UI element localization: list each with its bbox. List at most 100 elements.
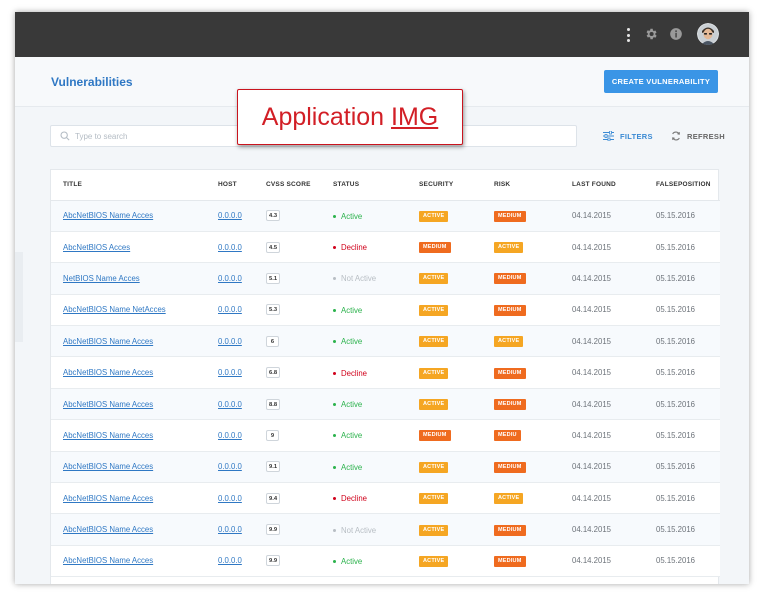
status-dot-icon	[333, 403, 336, 407]
host-link[interactable]: 0.0.0.0	[218, 211, 242, 220]
cvss-score-badge: 9.4	[266, 492, 281, 504]
status-text: Active	[341, 211, 363, 221]
status-text: Decline	[341, 494, 368, 504]
risk-badge: MEDIUM	[494, 304, 526, 316]
vulnerability-title-link[interactable]: AbcNetBIOS Name Acces	[63, 556, 153, 565]
cell-title[interactable]: AbcNetBIOS Name Acces	[51, 513, 206, 546]
security-badge: ACTIVE	[419, 399, 449, 411]
cell-host[interactable]: 0.0.0.0	[206, 356, 254, 389]
cell-title[interactable]: AbcNetBIOS Name Acces	[51, 325, 206, 358]
host-link[interactable]: 0.0.0.0	[218, 494, 242, 503]
cell-last-found: 04.14.2015	[560, 482, 644, 515]
gear-icon[interactable]	[644, 27, 658, 41]
cvss-score-badge: 6.8	[266, 367, 281, 379]
table-row[interactable]: AbcNetBIOS Name Acces 0.0.0.0 9.9 Not Activ…	[51, 513, 720, 546]
cell-title[interactable]: AbcNetBIOS Name Acces	[51, 451, 206, 484]
cell-last-found: 04.14.2015	[560, 262, 644, 295]
cell-host[interactable]: 0.0.0.0	[206, 325, 254, 358]
table-row[interactable]: AbcNetBIOS Name Acces 0.0.0.0 6 Active ACTIV…	[51, 325, 720, 358]
cell-host[interactable]: 0.0.0.0	[206, 388, 254, 421]
cell-host[interactable]: 0.0.0.0	[206, 545, 254, 578]
cell-title[interactable]: AbcNetBIOS Name NetAcces	[51, 294, 206, 327]
cell-host[interactable]: 0.0.0.0	[206, 482, 254, 515]
column-header-cvss-score[interactable]: CVSS SCORE	[254, 170, 321, 201]
cell-risk: MEDIUM	[482, 294, 560, 327]
column-header-falseposition[interactable]: FALSEPOSITION	[644, 170, 720, 201]
cvss-score-badge: 9.9	[266, 555, 281, 567]
status-dot-icon	[333, 214, 336, 218]
status-text: Active	[341, 556, 363, 566]
table-row[interactable]: AbcNetBIOS Name Acces 0.0.0.0 9.1 Active ACT…	[51, 451, 720, 484]
host-link[interactable]: 0.0.0.0	[218, 337, 242, 346]
vulnerability-title-link[interactable]: AbcNetBIOS Name Acces	[63, 400, 153, 409]
status-dot-icon	[333, 465, 336, 469]
cell-title[interactable]: NetBIOS Name Acces	[51, 262, 206, 295]
column-header-security[interactable]: SECURITY	[407, 170, 482, 201]
vulnerability-title-link[interactable]: AbcNetBIOS Name NetAcces	[63, 305, 166, 314]
cell-title[interactable]: AbcNetBIOS Name Acces	[51, 388, 206, 421]
column-header-status[interactable]: STATUS	[321, 170, 407, 201]
column-header-host[interactable]: HOST	[206, 170, 254, 201]
refresh-button[interactable]: REFRESH	[671, 131, 725, 141]
table-row[interactable]: AbcNetBIOS Name Acces 0.0.0.0 4.3 Active ACT…	[51, 200, 720, 232]
cell-security: ACTIVE	[407, 356, 482, 389]
cell-title[interactable]: AbcNetBIOS Name Acces	[51, 545, 206, 578]
vulnerability-title-link[interactable]: AbcNetBIOS Name Acces	[63, 462, 153, 471]
host-link[interactable]: 0.0.0.0	[218, 274, 242, 283]
cell-security: ACTIVE	[407, 451, 482, 484]
cell-host[interactable]: 0.0.0.0	[206, 451, 254, 484]
vulnerability-title-link[interactable]: AbcNetBIOS Name Acces	[63, 368, 153, 377]
vulnerability-title-link[interactable]: AbcNetBIOS Name Acces	[63, 337, 153, 346]
table-row[interactable]: AbcNetBIOS Name Acces 0.0.0.0 8.8 Active ACT…	[51, 388, 720, 421]
cell-host[interactable]: 0.0.0.0	[206, 262, 254, 295]
host-link[interactable]: 0.0.0.0	[218, 243, 242, 252]
cell-last-found: 04.14.2015	[560, 388, 644, 421]
vulnerability-title-link[interactable]: AbcNetBIOS Name Acces	[63, 494, 153, 503]
cell-title[interactable]: AbcNetBIOS Name Acces	[51, 419, 206, 452]
create-vulnerability-button[interactable]: CREATE VULNERABILITY	[604, 70, 718, 93]
host-link[interactable]: 0.0.0.0	[218, 431, 242, 440]
cell-title[interactable]: AbcNetBIOS Name Acces	[51, 356, 206, 389]
host-link[interactable]: 0.0.0.0	[218, 462, 242, 471]
host-link[interactable]: 0.0.0.0	[218, 305, 242, 314]
annotation-text: Application IMG	[261, 102, 439, 131]
cell-host[interactable]: 0.0.0.0	[206, 419, 254, 452]
vulnerabilities-table-card: TITLE HOST CVSS SCORE STATUS SECURITY RI…	[50, 169, 720, 584]
table-row[interactable]: AbcNetBIOS Acces 0.0.0.0 4.5 Decline MEDIUM A…	[51, 231, 720, 264]
vulnerability-title-link[interactable]: AbcNetBIOS Acces	[63, 243, 130, 252]
vulnerability-title-link[interactable]: AbcNetBIOS Name Acces	[63, 211, 153, 220]
cell-host[interactable]: 0.0.0.0	[206, 231, 254, 264]
info-icon[interactable]	[669, 27, 683, 41]
host-link[interactable]: 0.0.0.0	[218, 368, 242, 377]
status-indicator: Active	[333, 463, 362, 472]
column-header-risk[interactable]: RISK	[482, 170, 560, 201]
table-row[interactable]: NetBIOS Name Acces 0.0.0.0 5.1 Not Active AC…	[51, 262, 720, 295]
host-link[interactable]: 0.0.0.0	[218, 525, 242, 534]
cell-title[interactable]: AbcNetBIOS Name Acces	[51, 482, 206, 515]
cell-title[interactable]: AbcNetBIOS Name Acces	[51, 200, 206, 232]
filters-label: FILTERS	[620, 131, 653, 141]
table-row[interactable]: AbcNetBIOS Name Acces 0.0.0.0 9 Active MEDIU…	[51, 419, 720, 452]
host-link[interactable]: 0.0.0.0	[218, 556, 242, 565]
cell-risk: MEDIU	[482, 419, 560, 452]
avatar[interactable]	[697, 23, 719, 45]
cvss-score-badge: 4.3	[266, 210, 281, 222]
cell-host[interactable]: 0.0.0.0	[206, 200, 254, 232]
cell-title[interactable]: AbcNetBIOS Acces	[51, 231, 206, 264]
host-link[interactable]: 0.0.0.0	[218, 400, 242, 409]
cell-host[interactable]: 0.0.0.0	[206, 513, 254, 546]
vulnerability-title-link[interactable]: AbcNetBIOS Name Acces	[63, 525, 153, 534]
column-header-last-found[interactable]: LAST FOUND	[560, 170, 644, 201]
table-row[interactable]: AbcNetBIOS Name Acces 0.0.0.0 9.4 Decline AC…	[51, 482, 720, 515]
column-header-title[interactable]: TITLE	[51, 170, 206, 201]
table-row[interactable]: AbcNetBIOS Name NetAcces 0.0.0.0 5.3 Active…	[51, 294, 720, 327]
vulnerability-title-link[interactable]: AbcNetBIOS Name Acces	[63, 431, 153, 440]
table-row[interactable]: AbcNetBIOS Name Acces 0.0.0.0 6.8 Decline AC…	[51, 356, 720, 389]
kebab-menu-icon[interactable]	[626, 28, 630, 42]
security-badge: ACTIVE	[419, 461, 449, 473]
table-row[interactable]: AbcNetBIOS Name Acces 0.0.0.0 9.9 Active ACT…	[51, 545, 720, 578]
cell-host[interactable]: 0.0.0.0	[206, 294, 254, 327]
status-indicator: Not Active	[333, 274, 376, 283]
filters-button[interactable]: FILTERS	[603, 131, 653, 141]
vulnerability-title-link[interactable]: NetBIOS Name Acces	[63, 274, 140, 283]
